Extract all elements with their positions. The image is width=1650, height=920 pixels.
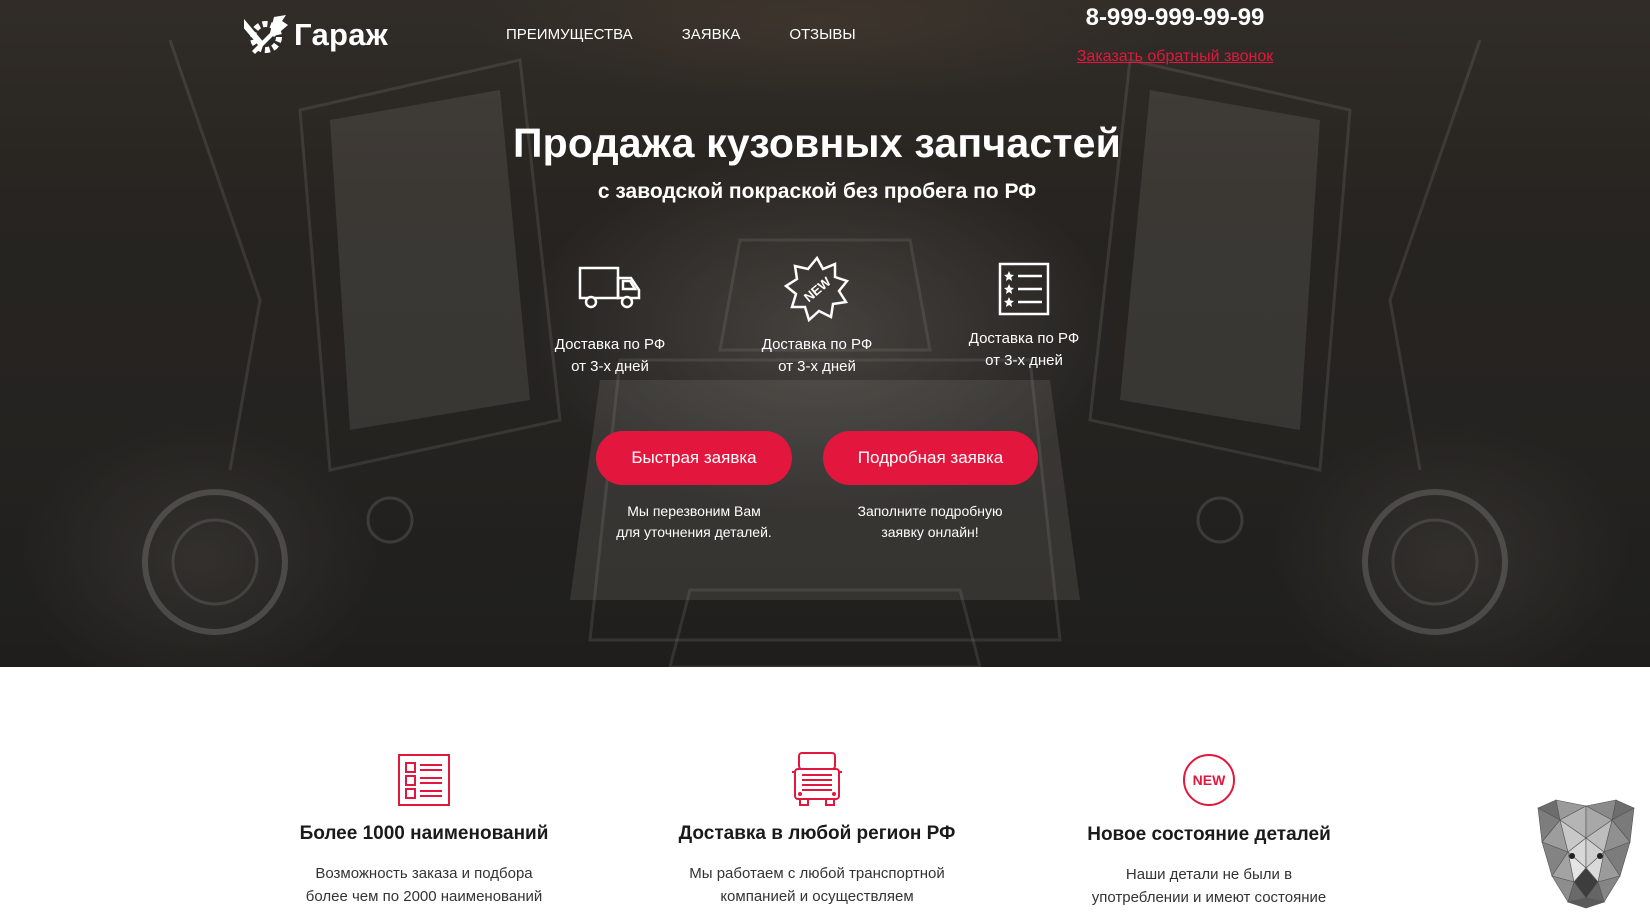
benefit-text: Возможность заказа и подбора более чем п… xyxy=(264,862,584,908)
brand-name: Гараж xyxy=(294,17,389,52)
nav-item-advantages[interactable]: Преимущества xyxy=(506,26,633,43)
benefit-text-line-2: более чем по 2000 наименований xyxy=(305,888,543,905)
main-nav: Преимущества Заявка Отзывы xyxy=(506,26,905,43)
svg-text:NEW: NEW xyxy=(1193,772,1226,788)
feature-line-1: Доставка по РФ xyxy=(761,336,873,353)
benefit-title: Более 1000 наименований xyxy=(299,823,549,844)
hero-feature-delivery: Доставка по РФ от 3-х дней xyxy=(510,262,710,378)
quick-request-note: Мы перезвоним Вам для уточнения деталей. xyxy=(594,501,794,543)
benefit-text-line-1: Наши детали не были в xyxy=(1125,866,1293,883)
new-circle-icon: NEW xyxy=(1183,754,1235,806)
benefits-section: Более 1000 наименований Возможность зака… xyxy=(0,667,1650,920)
phone-number[interactable]: 8-999-999-99-99 xyxy=(1060,4,1290,32)
benefit-condition: NEW Новое состояние деталей Наши детали … xyxy=(1049,753,1369,909)
hero-subtitle: с заводской покраской без пробега по РФ xyxy=(597,180,1037,203)
svg-text:NEW: NEW xyxy=(801,273,834,304)
bear-icon[interactable] xyxy=(1528,798,1644,910)
benefit-text-line-1: Мы работаем с любой транспортной xyxy=(689,865,945,882)
nav-item-request[interactable]: Заявка xyxy=(682,26,741,43)
wrench-gear-icon xyxy=(244,15,288,54)
detailed-request-note: Заполните подробную заявку онлайн! xyxy=(830,501,1030,543)
quick-request-button[interactable]: Быстрая заявка xyxy=(596,431,792,485)
note-line-2: заявку онлайн! xyxy=(881,524,979,540)
benefit-assortment: Более 1000 наименований Возможность зака… xyxy=(264,754,584,908)
benefit-title: Доставка в любой регион РФ xyxy=(678,823,956,844)
benefit-text: Мы работаем с любой транспортной компани… xyxy=(657,862,977,908)
detailed-request-button[interactable]: Подробная заявка xyxy=(823,431,1038,485)
hero-title: Продажа кузовных запчастей xyxy=(512,120,1122,166)
hero-feature-checklist: Доставка по РФ от 3-х дней xyxy=(924,262,1124,372)
feature-line-2: от 3-х дней xyxy=(571,358,649,375)
benefit-text-line-1: Возможность заказа и подбора xyxy=(315,865,533,882)
benefit-text-line-2: компанией и осуществляем xyxy=(720,888,914,905)
feature-line-1: Доставка по РФ xyxy=(554,336,666,353)
benefit-delivery: Доставка в любой регион РФ Мы работаем с… xyxy=(657,752,977,908)
feature-line-2: от 3-х дней xyxy=(985,352,1063,369)
feature-line-1: Доставка по РФ xyxy=(968,330,1080,347)
list-icon xyxy=(398,754,450,806)
feature-line-2: от 3-х дней xyxy=(778,358,856,375)
hero-feature-new: NEW Доставка по РФ от 3-х дней xyxy=(717,256,917,378)
benefit-text-line-2: употреблении и имеют состояние xyxy=(1091,889,1327,906)
benefit-text: Наши детали не были в употреблении и име… xyxy=(1049,863,1369,909)
note-line-1: Заполните подробную xyxy=(857,503,1003,519)
note-line-2: для уточнения деталей. xyxy=(616,524,772,540)
checklist-icon xyxy=(998,262,1050,316)
truck-front-icon xyxy=(792,752,842,806)
note-line-1: Мы перезвоним Вам xyxy=(627,503,761,519)
nav-item-reviews[interactable]: Отзывы xyxy=(789,26,855,43)
hero-section: Гараж Преимущества Заявка Отзывы 8-999-9… xyxy=(0,0,1650,667)
truck-icon xyxy=(578,266,641,309)
new-badge-icon: NEW xyxy=(784,256,850,322)
benefit-title: Новое состояние деталей xyxy=(1087,824,1331,845)
logo[interactable]: Гараж xyxy=(244,10,388,60)
callback-link[interactable]: Заказать обратный звонок xyxy=(1060,48,1290,66)
